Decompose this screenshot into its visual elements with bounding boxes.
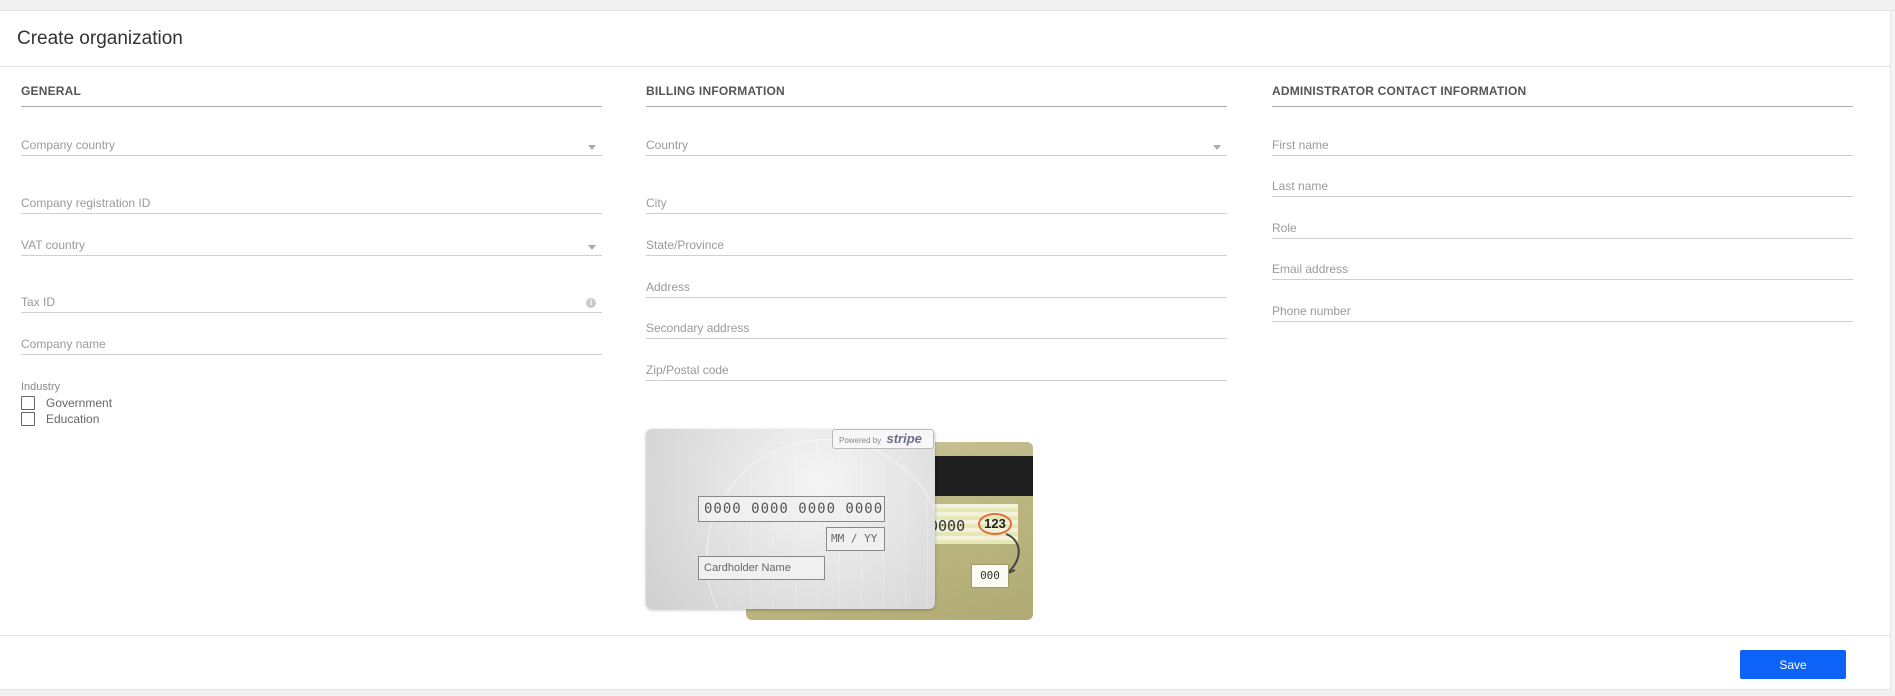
state-province-placeholder: State/Province [646, 238, 725, 252]
billing-section-title: BILLING INFORMATION [646, 84, 1227, 107]
chevron-down-icon [1213, 145, 1221, 150]
cvc-input[interactable]: 000 [971, 564, 1009, 588]
last-name-input[interactable]: Last name [1272, 175, 1853, 197]
stripe-logo: stripe [886, 431, 922, 446]
secondary-address-placeholder: Secondary address [646, 321, 750, 335]
address-input[interactable]: Address [646, 276, 1227, 298]
government-checkbox[interactable] [21, 396, 35, 410]
role-placeholder: Role [1272, 221, 1297, 235]
billing-section: BILLING INFORMATION Country City State/P… [646, 84, 1227, 620]
save-button[interactable]: Save [1740, 650, 1846, 679]
role-input[interactable]: Role [1272, 217, 1853, 239]
form-footer: Save [0, 635, 1895, 691]
company-country-select[interactable]: Company country [21, 134, 602, 156]
scrollbar[interactable] [1890, 11, 1895, 691]
billing-country-select[interactable]: Country [646, 134, 1227, 156]
page-header: Create organization [0, 11, 1895, 67]
info-icon[interactable]: i [586, 298, 596, 308]
chevron-down-icon [588, 245, 596, 250]
globe-watermark [706, 439, 935, 609]
last-name-placeholder: Last name [1272, 179, 1329, 193]
company-registration-id-input[interactable]: Company registration ID [21, 192, 602, 214]
company-registration-id-placeholder: Company registration ID [21, 196, 151, 210]
admin-section-title: ADMINISTRATOR CONTACT INFORMATION [1272, 84, 1853, 107]
chevron-down-icon [588, 145, 596, 150]
card-number-input[interactable]: 0000 0000 0000 0000 [698, 496, 885, 522]
first-name-input[interactable]: First name [1272, 134, 1853, 156]
secondary-address-input[interactable]: Secondary address [646, 317, 1227, 339]
email-address-input[interactable]: Email address [1272, 258, 1853, 280]
company-name-placeholder: Company name [21, 337, 106, 351]
government-label: Government [46, 396, 113, 410]
tax-id-input[interactable]: Tax ID i [21, 291, 602, 313]
city-input[interactable]: City [646, 192, 1227, 214]
stripe-card-element: 0000 123 000 0000 0000 0000 0000 MM / YY… [646, 429, 1038, 629]
create-organization-panel: Create organization GENERAL Company coun… [0, 10, 1895, 691]
vat-country-select[interactable]: VAT country [21, 234, 602, 256]
page-title: Create organization [17, 28, 183, 49]
admin-contact-section: ADMINISTRATOR CONTACT INFORMATION First … [1272, 84, 1853, 322]
address-placeholder: Address [646, 280, 691, 294]
zip-postal-code-input[interactable]: Zip/Postal code [646, 359, 1227, 381]
education-label: Education [46, 412, 100, 426]
billing-country-placeholder: Country [646, 138, 689, 152]
vat-country-placeholder: VAT country [21, 238, 86, 252]
phone-number-placeholder: Phone number [1272, 304, 1351, 318]
industry-label: Industry [21, 381, 61, 393]
tax-id-placeholder: Tax ID [21, 295, 56, 309]
cardholder-name-input[interactable]: Cardholder Name [698, 556, 825, 580]
email-address-placeholder: Email address [1272, 262, 1349, 276]
general-section: GENERAL Company country Company registra… [21, 84, 602, 426]
card-expiry-input[interactable]: MM / YY [826, 527, 885, 551]
city-placeholder: City [646, 196, 667, 210]
state-province-input[interactable]: State/Province [646, 234, 1227, 256]
powered-by-stripe-badge: Powered by stripe [832, 429, 934, 449]
powered-by-label: Powered by [839, 436, 882, 445]
first-name-placeholder: First name [1272, 138, 1329, 152]
company-name-input[interactable]: Company name [21, 333, 602, 355]
general-section-title: GENERAL [21, 84, 602, 107]
education-checkbox[interactable] [21, 412, 35, 426]
zip-postal-code-placeholder: Zip/Postal code [646, 363, 729, 377]
company-country-placeholder: Company country [21, 138, 116, 152]
card-front-illustration: 0000 0000 0000 0000 MM / YY Cardholder N… [646, 429, 935, 609]
phone-number-input[interactable]: Phone number [1272, 300, 1853, 322]
